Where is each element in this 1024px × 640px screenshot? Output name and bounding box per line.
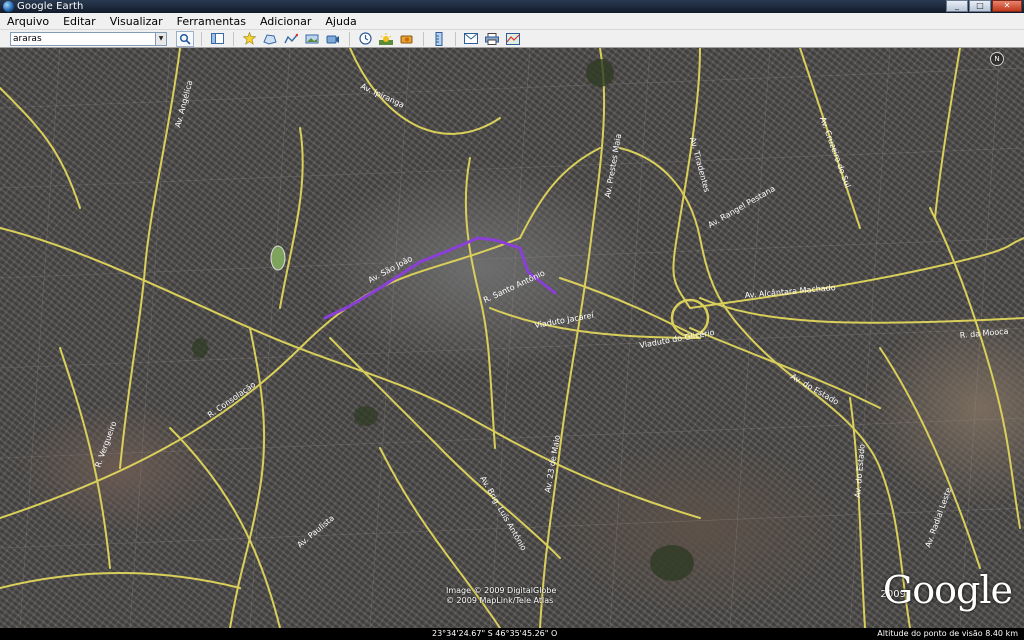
maps-icon: [506, 32, 520, 45]
status-coordinates: 23°34'24.67" S 46°35'45.26" O: [432, 629, 558, 638]
road-label: R. Vergueiro: [93, 420, 118, 469]
menu-editar[interactable]: Editar: [56, 13, 103, 30]
search-button[interactable]: [176, 30, 194, 47]
map-overlay: Av. São João R. Santo Antônio Viaduto Ja…: [0, 48, 1024, 628]
historical-imagery-button[interactable]: [356, 31, 374, 47]
email-button[interactable]: [462, 31, 480, 47]
menu-arquivo[interactable]: Arquivo: [0, 13, 56, 30]
sunlight-button[interactable]: [377, 31, 395, 47]
compass-icon[interactable]: N: [990, 52, 1004, 66]
credit-line: Image © 2009 DigitalGlobe: [446, 586, 557, 595]
google-logo: Google: [882, 568, 1013, 612]
road-label: Av. Brig. Luís Antônio: [478, 474, 529, 552]
add-placemark-button[interactable]: [240, 31, 258, 47]
search-dropdown-button[interactable]: ▼: [156, 31, 167, 46]
window-title: Google Earth: [17, 1, 84, 12]
window-controls: _ □ ✕: [945, 0, 1022, 13]
historical-imagery-icon: [358, 32, 372, 45]
add-polygon-button[interactable]: [261, 31, 279, 47]
record-tour-icon: [326, 35, 339, 43]
menu-adicionar[interactable]: Adicionar: [253, 13, 318, 30]
toolbar-separator: [349, 31, 350, 46]
menu-bar: Arquivo Editar Visualizar Ferramentas Ad…: [0, 13, 1024, 30]
search-input[interactable]: [10, 31, 156, 46]
menu-visualizar[interactable]: Visualizar: [103, 13, 170, 30]
toolbar: ▼: [0, 30, 1024, 48]
road-label: Av. Rangel Pestana: [707, 184, 777, 230]
road-label: Av. 23 de Maio: [543, 434, 562, 493]
park-area: [586, 59, 614, 87]
road-label: Av. Radial Leste: [923, 486, 953, 548]
print-button[interactable]: [483, 31, 501, 47]
add-image-overlay-button[interactable]: [303, 31, 321, 47]
ruler-button[interactable]: [430, 31, 448, 47]
close-button[interactable]: ✕: [992, 0, 1022, 12]
road-label: Av. Tiradentes: [688, 136, 711, 193]
road-label: Av. Angélica: [172, 79, 194, 129]
road-label: R. da Mooca: [959, 327, 1009, 340]
road-label: Av. Ipiranga: [359, 82, 406, 110]
print-icon: [485, 32, 499, 45]
park-area: [650, 545, 694, 581]
road-label: Av. Prestes Maia: [603, 133, 623, 198]
minimize-button[interactable]: _: [946, 0, 968, 12]
toolbar-separator: [201, 31, 202, 46]
road-label: Av. Paulista: [296, 513, 337, 549]
toolbar-separator: [233, 31, 234, 46]
switch-planets-button[interactable]: [398, 31, 416, 47]
imagery-credits: Image © 2009 DigitalGlobe © 2009 MapLink…: [446, 586, 556, 606]
map-view[interactable]: Av. São João R. Santo Antônio Viaduto Ja…: [0, 48, 1024, 628]
road-label: Av. Cruzeiro do Sul: [818, 116, 852, 189]
placemark-icon: [242, 32, 256, 45]
path-icon: [284, 33, 298, 43]
credit-line: © 2009 MapLink/Tele Atlas: [446, 596, 554, 605]
planets-icon: [400, 35, 413, 43]
polygon-icon: [263, 33, 277, 45]
search-icon: [180, 33, 191, 45]
add-path-button[interactable]: [282, 31, 300, 47]
park-area: [354, 406, 378, 426]
status-altitude: Altitude do ponto de visão 8.40 km: [877, 629, 1018, 638]
road-label: Av. do Estado: [789, 372, 840, 407]
google-earth-icon: [3, 1, 14, 12]
ruler-icon: [435, 31, 443, 46]
window-titlebar: Google Earth _ □ ✕: [0, 0, 1024, 13]
image-overlay-icon: [305, 34, 319, 43]
menu-ajuda[interactable]: Ajuda: [318, 13, 363, 30]
menu-ferramentas[interactable]: Ferramentas: [170, 13, 253, 30]
road-label: Av. Alcântara Machado: [744, 283, 836, 300]
sidebar-toggle-button[interactable]: [208, 31, 226, 47]
stadium-marker: [270, 245, 286, 271]
road-network: [0, 48, 1024, 628]
sidebar-icon: [210, 33, 224, 44]
toolbar-separator: [455, 31, 456, 46]
status-bar: 23°34'24.67" S 46°35'45.26" O Altitude d…: [0, 628, 1024, 640]
toolbar-separator: [423, 31, 424, 46]
view-in-maps-button[interactable]: [504, 31, 522, 47]
record-tour-button[interactable]: [324, 31, 342, 47]
sun-icon: [379, 32, 393, 45]
road-label: R. Consolação: [206, 380, 257, 420]
email-icon: [464, 33, 478, 44]
road-label: R. Santo Antônio: [482, 267, 547, 304]
park-area: [192, 338, 208, 358]
maximize-button[interactable]: □: [969, 0, 991, 12]
road-label: Viaduto Jacareí: [534, 311, 595, 330]
